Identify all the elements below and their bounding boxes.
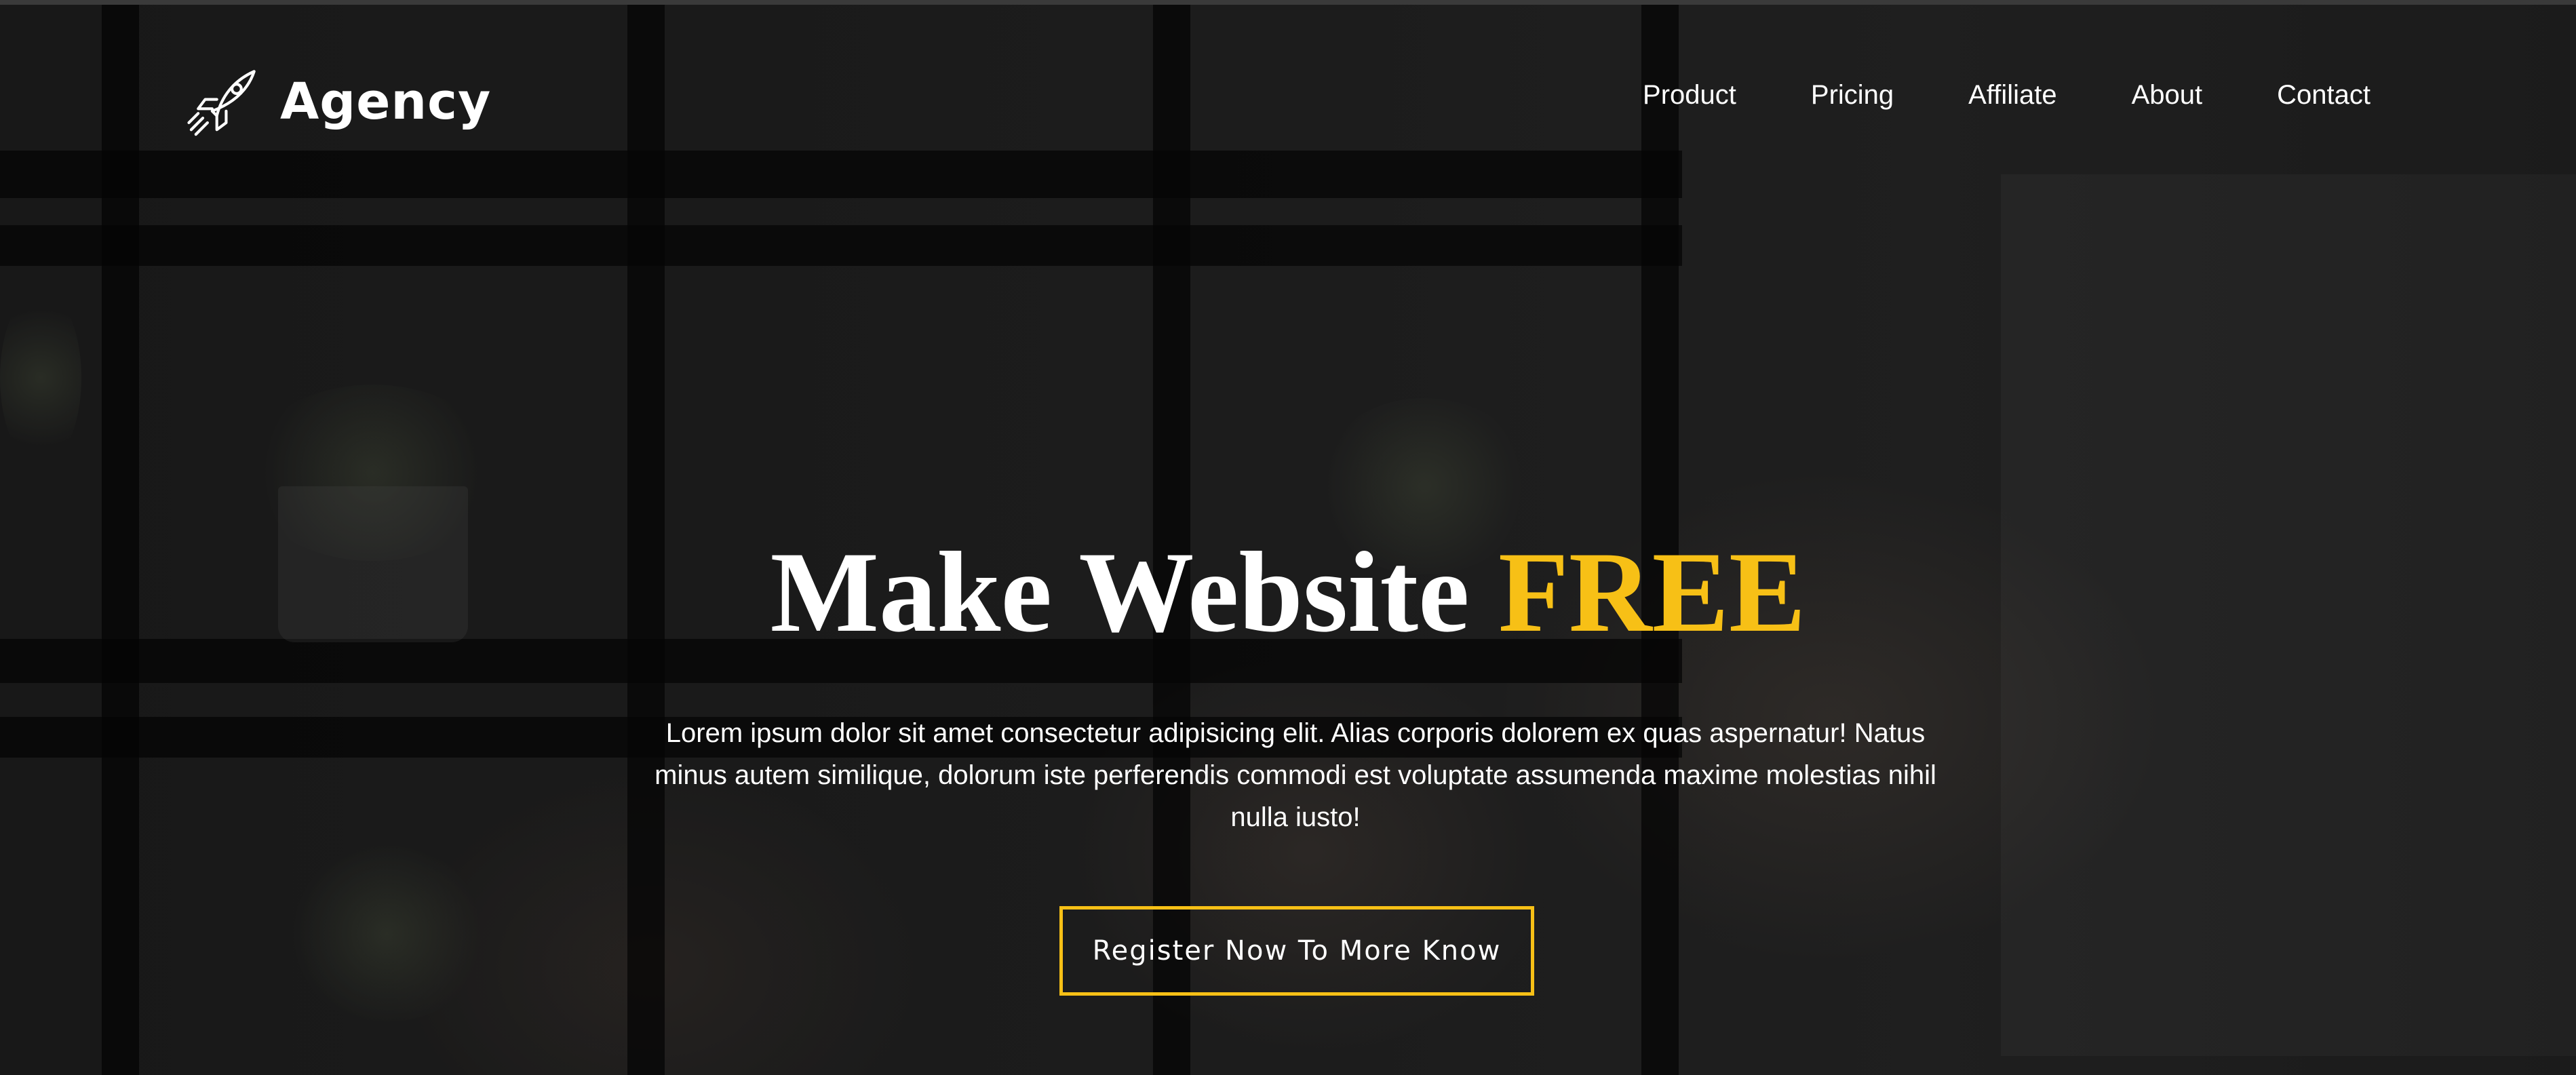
- headline-main: Make Website: [770, 528, 1470, 656]
- rocket-icon: [187, 70, 256, 136]
- register-button[interactable]: Register Now To More Know: [1059, 906, 1534, 996]
- brand-logo[interactable]: Agency: [187, 64, 491, 139]
- nav-item-about[interactable]: About: [2132, 80, 2203, 111]
- brand-name: Agency: [280, 73, 492, 131]
- hero-headline: Make Website FREE: [0, 529, 2576, 656]
- nav-item-pricing[interactable]: Pricing: [1811, 80, 1894, 111]
- headline-accent: FREE: [1498, 528, 1806, 656]
- nav-item-affiliate[interactable]: Affiliate: [1968, 80, 2056, 111]
- nav-item-product[interactable]: Product: [1643, 80, 1736, 111]
- main-nav: Product Pricing Affiliate About Contact: [1643, 80, 2370, 111]
- top-border: [0, 0, 2576, 5]
- nav-item-contact[interactable]: Contact: [2277, 80, 2370, 111]
- hero-description: Lorem ipsum dolor sit amet consectetur a…: [655, 718, 1936, 832]
